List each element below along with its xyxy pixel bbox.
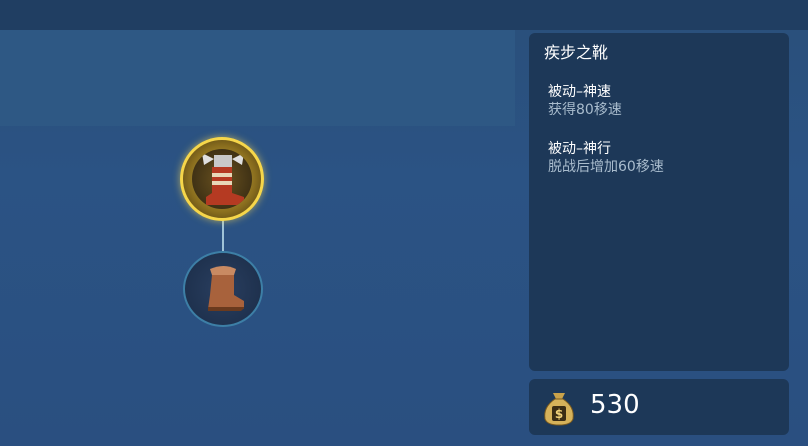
item-name: 疾步之靴 <box>544 43 609 62</box>
hermes-boots-icon <box>192 149 252 209</box>
skill-description: 脱战后增加60移速 <box>548 159 664 175</box>
item-detail-panel: 疾步之靴 被动–神速 获得80移速 被动–神行 脱战后增加60移速 <box>529 33 789 371</box>
skill-name: 被动–神行 <box>548 141 611 157</box>
leather-boots-icon <box>194 261 252 317</box>
item-price-box: $ 530 <box>529 379 789 435</box>
skill-name: 被动–神速 <box>548 84 611 100</box>
top-strip <box>0 0 808 30</box>
item-node-component[interactable] <box>183 251 263 327</box>
header-banner <box>0 30 515 126</box>
money-bag-icon: $ <box>539 387 579 427</box>
item-price: 530 <box>590 390 640 420</box>
item-node-selected[interactable] <box>180 137 264 221</box>
passive-skill: 被动–神行 脱战后增加60移速 <box>548 140 664 176</box>
svg-text:$: $ <box>555 407 563 421</box>
passive-skill: 被动–神速 获得80移速 <box>548 83 622 119</box>
skill-description: 获得80移速 <box>548 102 622 118</box>
